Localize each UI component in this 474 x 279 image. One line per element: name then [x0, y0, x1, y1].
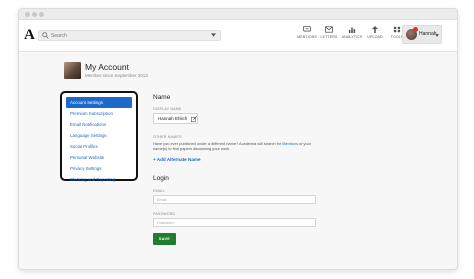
- sidebar-item-premium-subscription[interactable]: Premium Subscription: [66, 108, 132, 119]
- add-alternate-name-link[interactable]: + Add Alternate Name: [153, 157, 201, 162]
- account-page: My Account Member since September 2013 A…: [19, 52, 457, 269]
- nav-letters[interactable]: LETTERS: [318, 26, 340, 39]
- email-placeholder: Email: [157, 198, 167, 202]
- member-since: Member since September 2013: [85, 73, 148, 78]
- display-name-label: DISPLAY NAME: [153, 107, 182, 111]
- chevron-down-icon: [435, 34, 439, 37]
- settings-sidebar: Account Settings Premium Subscription Em…: [60, 91, 138, 182]
- upload-icon: [371, 26, 379, 33]
- nav-label: MENTIONS: [297, 35, 317, 39]
- password-label: PASSWORD: [153, 212, 176, 216]
- display-name-field[interactable]: Hannah Ehlich: [153, 113, 198, 124]
- edit-icon[interactable]: [191, 116, 197, 122]
- browser-window: A Search MENTIONS LETTERS ANALYTICS UPLO…: [18, 8, 458, 270]
- password-field[interactable]: Password: [153, 218, 316, 227]
- top-navbar: A Search MENTIONS LETTERS ANALYTICS UPLO…: [19, 20, 457, 52]
- mentions-link[interactable]: Mentions: [282, 141, 298, 146]
- mentions-icon: [303, 26, 311, 32]
- sidebar-item-account-settings[interactable]: Account Settings: [66, 97, 132, 108]
- sidebar-item-blocking-reporting[interactable]: Blocking and Reporting: [66, 174, 132, 185]
- password-placeholder: Password: [157, 221, 174, 225]
- window-dot[interactable]: [32, 12, 37, 17]
- other-names-help: Have you ever published under a differen…: [153, 141, 323, 151]
- search-icon: [42, 32, 49, 39]
- nav-label: UPLOAD: [367, 35, 383, 39]
- nav-label: LETTERS: [320, 35, 338, 39]
- academia-logo[interactable]: A: [24, 27, 35, 44]
- login-section-title: Login: [153, 175, 169, 182]
- window-dot[interactable]: [39, 12, 44, 17]
- sidebar-item-personal-website[interactable]: Personal Website: [66, 152, 132, 163]
- sidebar-item-social-profiles[interactable]: Social Profiles: [66, 141, 132, 152]
- analytics-icon: [348, 27, 356, 33]
- search-placeholder: Search: [51, 33, 67, 39]
- name-section-title: Name: [153, 94, 171, 101]
- window-titlebar: [19, 9, 457, 20]
- save-button[interactable]: SAVE: [153, 233, 176, 245]
- nav-mentions[interactable]: MENTIONS: [296, 26, 318, 39]
- search-input[interactable]: Search: [38, 30, 221, 41]
- notification-badge: [413, 27, 418, 32]
- tools-icon: [393, 26, 401, 33]
- nav-analytics[interactable]: ANALYTICS: [341, 26, 363, 39]
- user-name: Hannah: [419, 31, 437, 37]
- nav-label: ANALYTICS: [341, 35, 363, 39]
- display-name-value: Hannah Ehlich: [158, 116, 188, 121]
- other-names-label: OTHER NAMES: [153, 135, 182, 139]
- nav-upload[interactable]: UPLOAD: [364, 26, 386, 39]
- window-dot[interactable]: [25, 12, 30, 17]
- sidebar-item-privacy-settings[interactable]: Privacy Settings: [66, 163, 132, 174]
- chevron-down-icon[interactable]: [211, 33, 216, 37]
- page-title: My Account: [85, 62, 129, 72]
- sidebar-item-language-settings[interactable]: Language Settings: [66, 130, 132, 141]
- profile-photo[interactable]: [64, 62, 81, 79]
- email-label: EMAIL: [153, 189, 165, 193]
- letters-icon: [325, 26, 333, 33]
- sidebar-item-email-notifications[interactable]: Email Notifications: [66, 119, 132, 130]
- email-field[interactable]: Email: [153, 195, 316, 204]
- user-menu-button[interactable]: Hannah: [402, 25, 442, 44]
